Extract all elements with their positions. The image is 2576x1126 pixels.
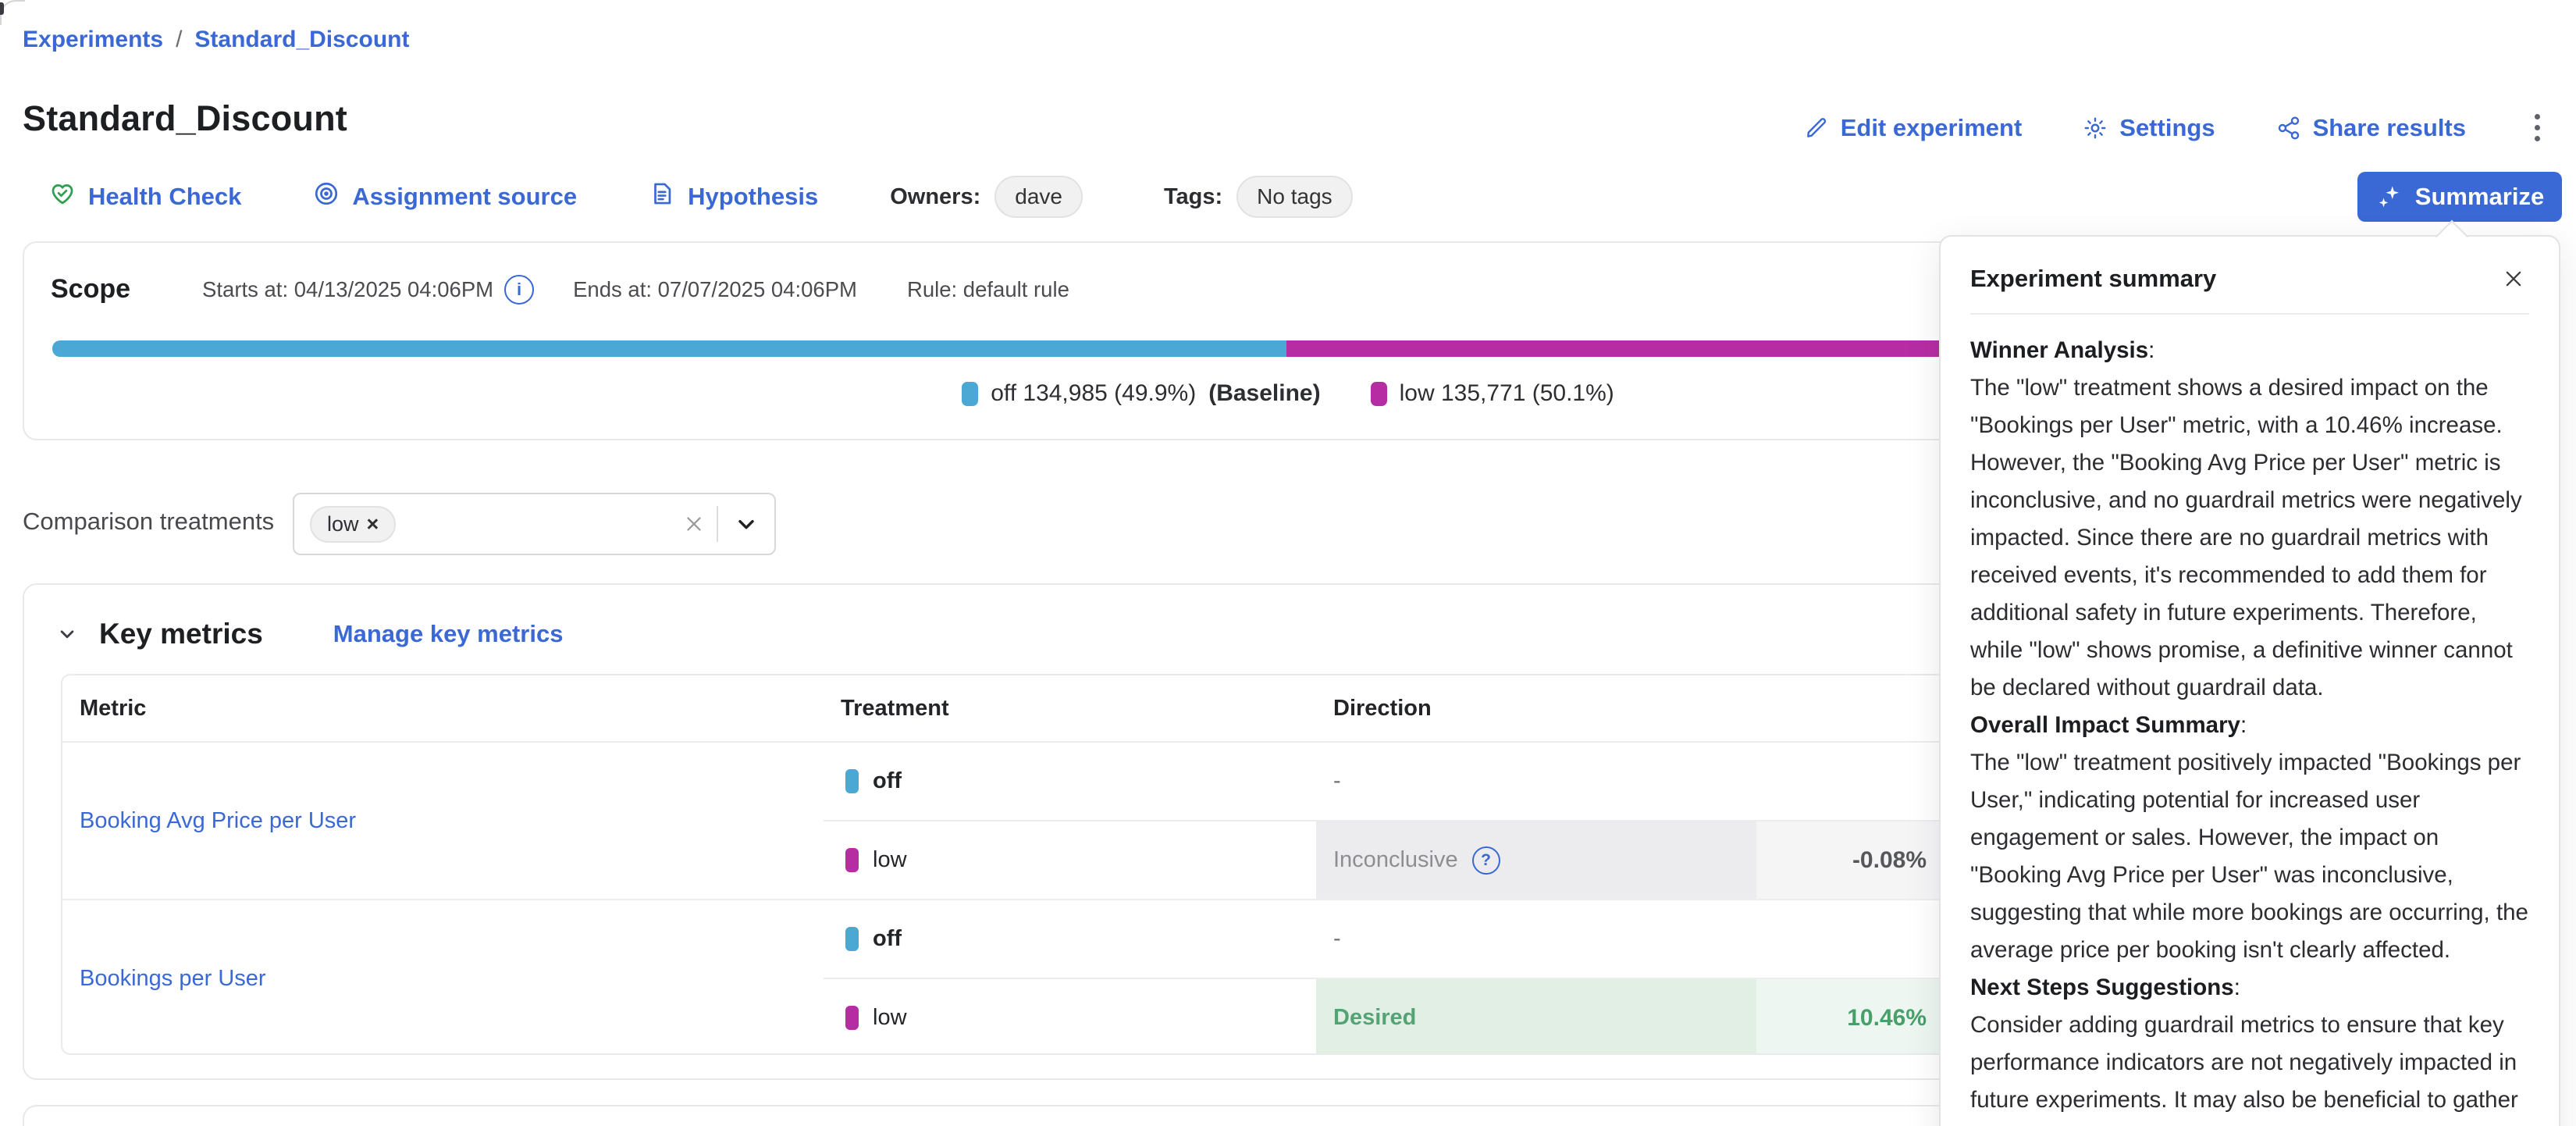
direction-value: Inconclusive xyxy=(1333,847,1458,873)
owners-label: Owners: xyxy=(890,184,980,210)
share-results-button[interactable]: Share results xyxy=(2276,114,2466,142)
more-options-button[interactable] xyxy=(2527,109,2548,146)
manage-key-metrics-link[interactable]: Manage key metrics xyxy=(333,620,564,648)
column-header-direction: Direction xyxy=(1316,696,1756,722)
legend-item-low: low 135,771 (50.1%) xyxy=(1371,380,1614,407)
column-header-treatment: Treatment xyxy=(824,696,1316,722)
tab-assignment-source[interactable]: Assignment source xyxy=(313,180,577,213)
scope-ends: Ends at: 07/07/2025 04:06PM xyxy=(573,277,857,302)
comparison-treatments-label: Comparison treatments xyxy=(23,508,274,536)
scope-starts: Starts at: 04/13/2025 04:06PM xyxy=(202,277,493,302)
metric-link-bookings-per-user[interactable]: Bookings per User xyxy=(80,966,266,992)
key-metrics-title: Key metrics xyxy=(99,618,263,650)
low-swatch xyxy=(845,848,859,872)
metric-link-booking-avg-price[interactable]: Booking Avg Price per User xyxy=(80,808,356,834)
chevron-down-icon[interactable] xyxy=(718,511,774,536)
legend-item-off: off 134,985 (49.9%) (Baseline) xyxy=(962,380,1320,407)
settings-label: Settings xyxy=(2119,114,2215,142)
direction-badge-desired: Desired xyxy=(1316,979,1756,1055)
treatment-name: low xyxy=(873,1005,907,1031)
meta-bar: Health Check Assignment source Hypothesi… xyxy=(49,178,1353,216)
pencil-icon xyxy=(1804,116,1829,141)
close-icon[interactable] xyxy=(2498,263,2529,294)
section-text: The "low" treatment shows a desired impa… xyxy=(1970,369,2529,707)
tab-hypothesis-label: Hypothesis xyxy=(688,183,818,211)
owner-chip[interactable]: dave xyxy=(994,176,1083,218)
direction-badge-inconclusive: Inconclusive ? xyxy=(1316,821,1756,899)
treatment-name: off xyxy=(873,926,902,952)
section-label-overall-impact: Overall Impact Summary xyxy=(1970,707,2529,744)
experiment-page: Experiments / Standard_Discount Standard… xyxy=(0,0,2576,1126)
comparison-treatments-select[interactable]: low × xyxy=(293,493,776,555)
breadcrumb-experiments[interactable]: Experiments xyxy=(23,27,163,53)
summarize-button[interactable]: Summarize xyxy=(2357,172,2562,222)
bullseye-icon xyxy=(313,180,340,213)
share-results-label: Share results xyxy=(2313,114,2466,142)
tab-hypothesis[interactable]: Hypothesis xyxy=(649,180,818,213)
low-swatch xyxy=(845,1006,859,1030)
section-label-winner-analysis: Winner Analysis xyxy=(1970,332,2529,369)
treatment-chip-label: low xyxy=(327,512,359,536)
column-header-metric: Metric xyxy=(62,696,824,722)
collapse-chevron-icon[interactable] xyxy=(55,622,79,646)
section-text: Consider adding guardrail metrics to ens… xyxy=(1970,1007,2529,1126)
document-icon xyxy=(649,180,675,213)
direction-value: Desired xyxy=(1333,1005,1416,1031)
share-icon xyxy=(2276,116,2301,141)
off-swatch xyxy=(845,927,859,951)
page-title: Standard_Discount xyxy=(23,98,347,139)
tags-label: Tags: xyxy=(1164,184,1222,210)
breadcrumb-separator: / xyxy=(176,27,182,53)
breadcrumb: Experiments / Standard_Discount xyxy=(23,27,409,53)
chip-remove-icon[interactable]: × xyxy=(367,512,379,536)
info-icon[interactable]: i xyxy=(504,275,534,305)
tab-health-check[interactable]: Health Check xyxy=(49,180,241,213)
change-value: -0.08% xyxy=(1852,847,1927,874)
change-value: 10.46% xyxy=(1847,1005,1927,1032)
legend-low-text: low 135,771 (50.1%) xyxy=(1400,380,1614,407)
left-edge-marker xyxy=(0,2,4,15)
question-circle-icon[interactable]: ? xyxy=(1472,846,1500,875)
off-swatch xyxy=(962,382,978,406)
experiment-summary-panel: Experiment summary Winner Analysis The "… xyxy=(1939,235,2560,1126)
sparkles-icon xyxy=(2375,183,2403,211)
header-actions: Edit experiment Settings Share results xyxy=(1804,109,2548,146)
panel-body: Winner Analysis The "low" treatment show… xyxy=(1970,332,2529,1126)
section-text: The "low" treatment positively impacted … xyxy=(1970,744,2529,969)
breadcrumb-current[interactable]: Standard_Discount xyxy=(194,27,409,53)
tab-assignment-source-label: Assignment source xyxy=(352,183,577,211)
edit-experiment-label: Edit experiment xyxy=(1841,114,2023,142)
treatment-name: off xyxy=(873,768,902,794)
heart-check-icon xyxy=(49,180,76,213)
tags-chip[interactable]: No tags xyxy=(1236,176,1353,218)
select-clear-icon[interactable] xyxy=(671,512,717,536)
allocation-segment-off xyxy=(52,340,1286,357)
legend-off-text: off 134,985 (49.9%) xyxy=(991,380,1196,407)
treatment-chip-low[interactable]: low × xyxy=(310,506,396,543)
treatment-name: low xyxy=(873,847,907,873)
section-label-next-steps: Next Steps Suggestions xyxy=(1970,969,2529,1007)
settings-button[interactable]: Settings xyxy=(2083,114,2215,142)
scope-title: Scope xyxy=(51,274,130,305)
off-swatch xyxy=(845,769,859,793)
gear-icon xyxy=(2083,116,2108,141)
direction-value: - xyxy=(1333,768,1341,794)
direction-value: - xyxy=(1333,926,1341,952)
edit-experiment-button[interactable]: Edit experiment xyxy=(1804,114,2023,142)
low-swatch xyxy=(1371,382,1387,406)
panel-divider xyxy=(1970,313,2529,315)
panel-title: Experiment summary xyxy=(1970,265,2216,293)
legend-baseline-text: (Baseline) xyxy=(1208,380,1320,407)
summarize-label: Summarize xyxy=(2415,183,2544,211)
scope-rule: Rule: default rule xyxy=(907,277,1069,302)
tab-health-check-label: Health Check xyxy=(88,183,241,211)
